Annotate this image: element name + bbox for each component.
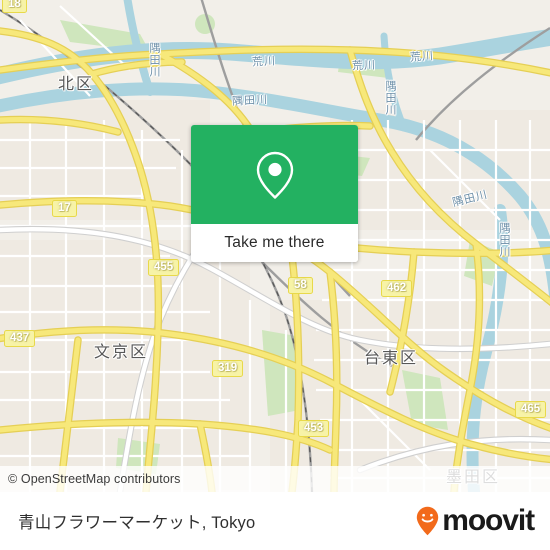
road-shield: 17 [52,200,77,217]
road-shield: 465 [515,401,547,418]
road-shield: 18 [2,0,27,13]
card-header [191,125,358,224]
footer-bar: 青山フラワーマーケット, Tokyo moovit [0,492,550,550]
take-me-there-card[interactable]: Take me there [191,125,358,262]
map-attribution: © OpenStreetMap contributors [0,466,550,492]
map-pin-icon [256,151,293,199]
road-shield: 58 [288,277,313,294]
road-shield: 437 [4,330,36,347]
road-shield: 462 [381,280,413,297]
take-me-there-button[interactable]: Take me there [191,224,358,262]
moovit-pin-smiley-icon [417,506,439,536]
take-me-there-label: Take me there [224,234,325,251]
moovit-map-page: 北区 文京区 台東区 墨田区 荒川 荒川 荒川 隅田川 隅田川 隅田川 隅田川 … [0,0,550,550]
road-shield: 455 [148,259,180,276]
road-shield: 453 [298,420,330,437]
moovit-logo[interactable]: moovit [416,504,535,537]
map-attribution-text: © OpenStreetMap contributors [8,472,181,486]
road-shield: 319 [212,360,244,377]
moovit-wordmark: moovit [442,504,535,537]
place-title: 青山フラワーマーケット, Tokyo [18,514,256,532]
